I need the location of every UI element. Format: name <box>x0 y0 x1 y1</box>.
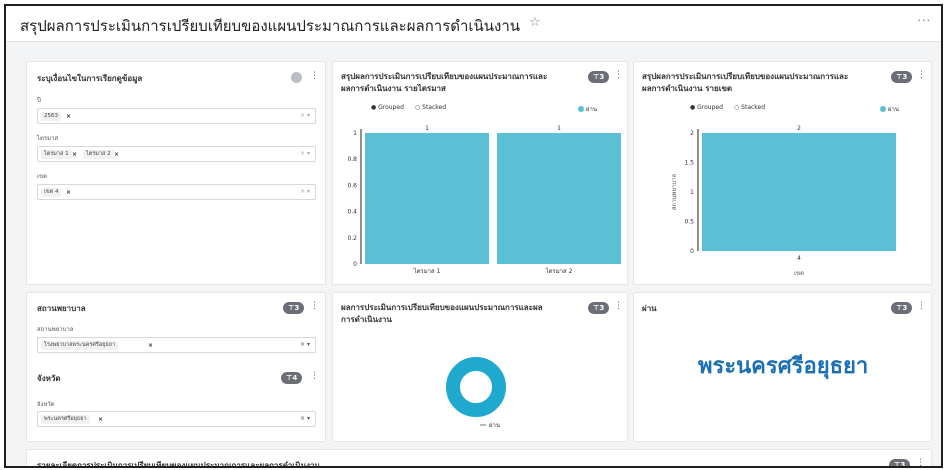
detail-table-title: รายละเอียดการประเมินการเปรียบเทียบของแผน… <box>37 461 320 468</box>
data-label: 1 <box>557 125 561 132</box>
zone-label: เขต <box>37 173 48 180</box>
select-controls-icon[interactable]: × ▾ <box>300 188 310 195</box>
filter-count-badge[interactable]: ⊤3 <box>283 302 305 314</box>
province-filter-title: จังหวัด <box>37 374 61 383</box>
x-tick-label: ไตรมาส 2 <box>545 267 573 275</box>
hospital-label: สถานพยาบาล <box>37 326 74 333</box>
zone-select[interactable]: เขต 4 × × ▾ <box>37 184 316 200</box>
tag-quarter-1: ไตรมาส 1 <box>41 150 72 159</box>
donut-chart-card: ผลการประเมินการเปรียบเทียบของแผนประมาณกา… <box>332 292 628 442</box>
bar <box>702 133 896 251</box>
tag-hospital: โรงพยาบาลพระนครศรีอยุธยา <box>41 341 119 350</box>
province-label: จังหวัด <box>37 401 55 408</box>
bar <box>497 133 621 264</box>
y-tick-label: 0.4 <box>347 209 357 216</box>
bar <box>365 133 489 264</box>
data-label: 1 <box>425 125 429 132</box>
hospital-select[interactable]: โรงพยาบาลพระนครศรีอยุธยา × × ▾ <box>37 337 316 353</box>
tag-zone: เขต 4 <box>41 188 62 197</box>
donut-chart: ผ่าน <box>446 357 506 429</box>
dashboard-frame: สรุปผลการประเมินการเปรียบเทียบของแผนประม… <box>4 4 943 468</box>
bignumber-title: ผ่าน <box>642 304 657 313</box>
donut-slice <box>446 357 506 417</box>
quarter-bar-chart: 0 0.2 0.4 0.6 0.8 1 1 ไตรมาส 1 1 ไตรมาส 2 <box>347 125 621 275</box>
select-controls-icon[interactable]: × ▾ <box>300 341 310 348</box>
dashboard-title: สรุปผลการประเมินการเปรียบเทียบของแผนประม… <box>20 17 521 35</box>
data-label: 2 <box>797 125 801 132</box>
year-label: ปี <box>37 97 41 104</box>
y-tick-label: 0 <box>690 248 694 255</box>
y-tick-label: 1 <box>690 189 694 196</box>
dashboard-header: สรุปผลการประเมินการเปรียบเทียบของแผนประม… <box>6 6 941 42</box>
kebab-menu-icon[interactable]: ⋮ <box>310 71 319 81</box>
y-tick-label: 0 <box>353 261 357 268</box>
zone-bar-chart: 0 0.5 1 1.5 2 2 4 เขต สถานพยาบาล <box>671 125 896 277</box>
quarter-chart-card: สรุปผลการประเมินการเปรียบเทียบของแผนประม… <box>332 61 628 285</box>
star-icon[interactable]: ☆ <box>529 15 541 30</box>
y-tick-label: 0.8 <box>347 156 357 163</box>
filter-count-badge[interactable]: ⊤3 <box>891 302 913 314</box>
filter-count-badge[interactable]: ⊤3 <box>889 459 911 466</box>
kebab-menu-icon[interactable]: ⋮ <box>916 458 925 466</box>
remove-tag-icon[interactable]: × <box>66 112 71 121</box>
y-tick-label: 1 <box>353 130 357 137</box>
hospital-filter-card: สถานพยาบาล ⊤3 ⋮ สถานพยาบาล โรงพยาบาลพระน… <box>26 292 326 442</box>
quarter-label: ไตรมาส <box>37 135 59 142</box>
select-controls-icon[interactable]: × ▾ <box>300 150 310 157</box>
bignumber-value: พระนครศรีอยุธยา <box>698 354 869 379</box>
y-tick-label: 2 <box>690 130 694 137</box>
remove-tag-icon[interactable]: × <box>114 150 119 159</box>
select-controls-icon[interactable]: × ▾ <box>300 415 310 422</box>
filter-card: ระบุเงื่อนไขในการเรียกดูข้อมูล ⋮ ปี 2563… <box>26 61 326 285</box>
filter-count-badge[interactable]: ⊤4 <box>281 372 303 384</box>
detail-table-card: รายละเอียดการประเมินการเปรียบเทียบของแผน… <box>26 449 932 468</box>
hospital-filter-title: สถานพยาบาล <box>37 304 86 313</box>
province-select[interactable]: พระนครศรีอยุธยา × × ▾ <box>37 411 316 427</box>
y-axis-label: สถานพยาบาล <box>671 173 678 210</box>
year-select[interactable]: 2563 × × ▾ <box>37 108 316 124</box>
remove-tag-icon[interactable]: × <box>72 150 77 159</box>
quarter-select[interactable]: ไตรมาส 1 × ไตรมาส 2 × × ▾ <box>37 146 316 162</box>
remove-tag-icon[interactable]: × <box>66 188 71 197</box>
kebab-menu-icon[interactable]: ⋮ <box>310 301 319 311</box>
tag-province: พระนครศรีอยุธยา <box>41 415 90 424</box>
more-horizontal-icon[interactable]: ··· <box>918 14 932 27</box>
y-tick-label: 0.6 <box>347 182 357 189</box>
remove-tag-icon[interactable]: × <box>98 415 103 424</box>
filter-count-badge[interactable] <box>291 72 302 83</box>
kebab-menu-icon[interactable]: ⋮ <box>917 301 926 311</box>
y-tick-label: 0.2 <box>347 235 357 242</box>
x-tick-label: 4 <box>797 255 801 262</box>
kebab-menu-icon[interactable]: ⋮ <box>310 371 319 381</box>
select-controls-icon[interactable]: × ▾ <box>300 112 310 119</box>
donut-legend-label: ผ่าน <box>489 422 500 429</box>
tag-year: 2563 <box>41 112 61 121</box>
zone-chart-card: สรุปผลการประเมินการเปรียบเทียบของแผนประม… <box>633 61 932 285</box>
filter-card-title: ระบุเงื่อนไขในการเรียกดูข้อมูล <box>37 74 143 83</box>
tag-quarter-2: ไตรมาส 2 <box>83 150 114 159</box>
y-tick-label: 1.5 <box>684 160 694 167</box>
x-axis-label: เขต <box>794 270 804 277</box>
y-tick-label: 0.5 <box>684 219 694 226</box>
x-tick-label: ไตรมาส 1 <box>413 267 441 275</box>
remove-tag-icon[interactable]: × <box>148 341 153 350</box>
